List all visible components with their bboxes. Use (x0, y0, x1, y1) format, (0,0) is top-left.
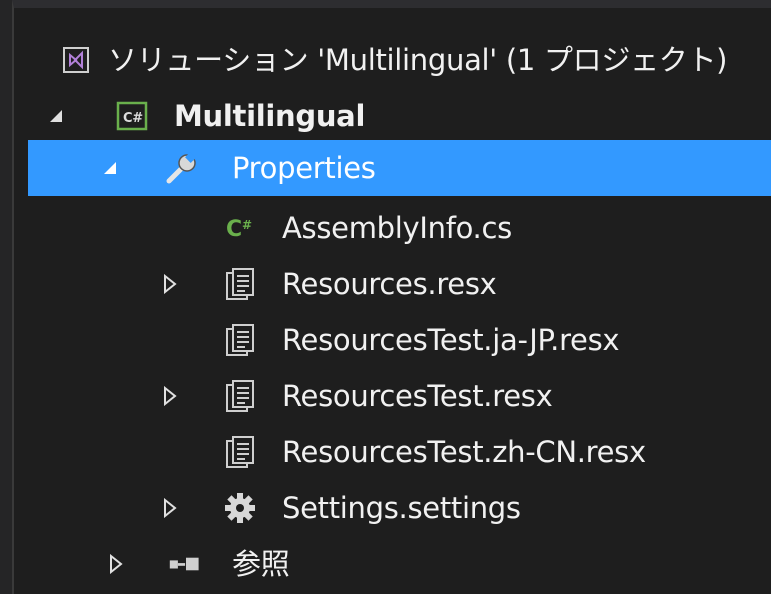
references-icon (168, 546, 204, 582)
resourcestest-resx-label: ResourcesTest.resx (282, 379, 553, 413)
gear-icon (222, 490, 258, 526)
tree-item-project[interactable]: C# Multilingual (28, 88, 771, 144)
collapsed-arrow-icon[interactable] (160, 272, 180, 296)
assemblyinfo-label: AssemblyInfo.cs (282, 211, 512, 245)
resource-file-icon (222, 266, 258, 302)
tree-item-resourcestest-zh-cn[interactable]: ResourcesTest.zh-CN.resx (28, 424, 771, 480)
references-label: 参照 (232, 547, 290, 581)
expanded-arrow-icon[interactable] (46, 104, 66, 128)
collapsed-arrow-icon[interactable] (106, 552, 126, 576)
solution-explorer-tree: ソリューション 'Multilingual' (1 プロジェクト) C# Mul… (12, 0, 771, 594)
collapsed-arrow-icon[interactable] (160, 496, 180, 520)
solution-label: ソリューション 'Multilingual' (1 プロジェクト) (108, 43, 728, 77)
visual-studio-solution-icon (58, 42, 94, 78)
resource-file-icon (222, 434, 258, 470)
svg-text:C: C (226, 217, 242, 240)
settings-label: Settings.settings (282, 491, 521, 525)
tree-item-properties[interactable]: Properties (28, 140, 771, 196)
resourcestest-zh-cn-label: ResourcesTest.zh-CN.resx (282, 435, 646, 469)
wrench-icon (164, 150, 200, 186)
collapsed-arrow-icon[interactable] (160, 384, 180, 408)
tree-item-resources-resx[interactable]: Resources.resx (28, 256, 771, 312)
tree-item-resourcestest-resx[interactable]: ResourcesTest.resx (28, 368, 771, 424)
tree-item-resourcestest-ja-jp[interactable]: ResourcesTest.ja-JP.resx (28, 312, 771, 368)
csharp-file-icon: C # (224, 210, 260, 246)
svg-text:C#: C# (123, 111, 143, 126)
csharp-project-icon: C# (114, 98, 150, 134)
svg-text:#: # (242, 218, 252, 232)
resources-resx-label: Resources.resx (282, 267, 497, 301)
resourcestest-ja-jp-label: ResourcesTest.ja-JP.resx (282, 323, 620, 357)
resource-file-icon (222, 322, 258, 358)
resource-file-icon (222, 378, 258, 414)
properties-label: Properties (232, 151, 376, 185)
tree-item-assemblyinfo[interactable]: C # AssemblyInfo.cs (28, 200, 771, 256)
tree-item-references[interactable]: 参照 (28, 536, 771, 592)
expanded-arrow-icon[interactable] (100, 156, 120, 180)
tree-item-settings[interactable]: Settings.settings (28, 480, 771, 536)
tree-item-solution[interactable]: ソリューション 'Multilingual' (1 プロジェクト) (28, 32, 771, 88)
project-label: Multilingual (174, 99, 366, 133)
